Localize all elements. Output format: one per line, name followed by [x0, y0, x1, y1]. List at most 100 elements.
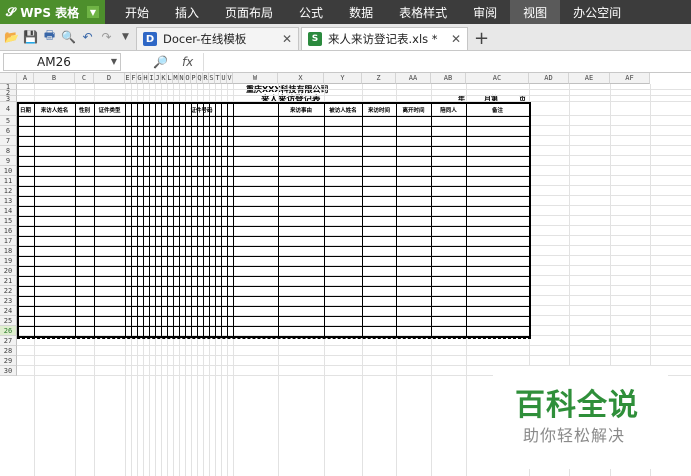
row-header[interactable]: 11 — [0, 176, 17, 186]
row-header[interactable]: 23 — [0, 296, 17, 306]
zoom-formula-icon[interactable]: 🔎 — [153, 55, 168, 69]
column-header[interactable]: AA — [396, 73, 431, 84]
formula-bar: AM26 ▼ 🔎 fx — [0, 51, 691, 73]
row-header[interactable]: 25 — [0, 316, 17, 326]
table-header-cell: 证件号码 — [190, 108, 213, 114]
open-folder-icon[interactable]: 📂 — [3, 28, 20, 45]
row-header[interactable]: 26 — [0, 326, 17, 336]
row-header[interactable]: 6 — [0, 126, 17, 136]
menu-item[interactable]: 办公空间 — [560, 0, 634, 24]
row-header[interactable]: 27 — [0, 336, 17, 346]
column-header[interactable]: W — [233, 73, 278, 84]
menu-item[interactable]: 公式 — [286, 0, 336, 24]
table-border — [17, 216, 531, 217]
row-header[interactable]: 29 — [0, 356, 17, 366]
column-header[interactable]: AF — [610, 73, 650, 84]
table-border — [34, 102, 35, 336]
column-header[interactable]: X — [278, 73, 324, 84]
quick-access-toolbar: 📂 💾 🖶 🔍 ↶ ↷ ▼ — [0, 23, 134, 50]
row-header[interactable]: 8 — [0, 146, 17, 156]
app-menu-button[interactable]: 𝓢 WPS 表格 ▼ — [0, 0, 105, 24]
row-header[interactable]: 28 — [0, 346, 17, 356]
table-header-cell: 陪同人 — [440, 108, 457, 114]
menu-item[interactable]: 开始 — [112, 0, 162, 24]
row-header[interactable]: 21 — [0, 276, 17, 286]
row-header[interactable]: 13 — [0, 196, 17, 206]
table-border — [17, 166, 531, 167]
undo-icon[interactable]: ↶ — [79, 28, 96, 45]
chevron-down-icon[interactable]: ▼ — [87, 6, 99, 18]
row-header[interactable]: 4 — [0, 102, 17, 116]
table-border — [167, 102, 168, 336]
table-border — [17, 246, 531, 247]
table-border — [125, 102, 126, 336]
xls-icon: S — [308, 32, 322, 46]
menu-item[interactable]: 表格样式 — [386, 0, 460, 24]
table-border — [17, 102, 19, 336]
table-border — [209, 102, 210, 336]
watermark-title: 百科全说 — [515, 388, 639, 423]
row-header[interactable]: 17 — [0, 236, 17, 246]
row-header[interactable]: 30 — [0, 366, 17, 376]
close-icon[interactable]: ✕ — [451, 32, 461, 46]
row-header[interactable]: 14 — [0, 206, 17, 216]
save-icon[interactable]: 💾 — [22, 28, 39, 45]
column-header[interactable]: AC — [466, 73, 529, 84]
table-border — [227, 102, 228, 336]
print-preview-icon[interactable]: 🔍 — [60, 28, 77, 45]
row-header[interactable]: 15 — [0, 216, 17, 226]
column-header[interactable]: B — [34, 73, 75, 84]
formula-input[interactable] — [203, 52, 691, 71]
column-header[interactable]: C — [75, 73, 94, 84]
column-header[interactable]: Z — [362, 73, 396, 84]
table-header-cell: 离开时间 — [402, 108, 425, 114]
row-header[interactable]: 7 — [0, 136, 17, 146]
row-header[interactable]: 16 — [0, 226, 17, 236]
table-border — [137, 102, 138, 336]
row-header[interactable]: 18 — [0, 246, 17, 256]
table-border — [529, 102, 531, 336]
new-tab-button[interactable]: + — [468, 27, 495, 50]
table-border — [17, 276, 531, 277]
row-header[interactable]: 12 — [0, 186, 17, 196]
column-header[interactable]: Y — [324, 73, 362, 84]
row-header[interactable]: 22 — [0, 286, 17, 296]
table-border — [17, 176, 531, 177]
close-icon[interactable]: ✕ — [282, 32, 292, 46]
table-border — [466, 102, 467, 336]
menu-item[interactable]: 审阅 — [460, 0, 510, 24]
row-header[interactable]: 5 — [0, 116, 17, 126]
column-header[interactable]: A — [17, 73, 34, 84]
tab-docer[interactable]: D Docer-在线模板 ✕ — [136, 27, 299, 50]
tab-xls-file[interactable]: S 来人来访登记表.xls * ✕ — [301, 27, 468, 50]
table-border — [149, 102, 150, 336]
row-header[interactable]: 24 — [0, 306, 17, 316]
table-header-cell: 来访事由 — [289, 108, 312, 114]
menu-item[interactable]: 数据 — [336, 0, 386, 24]
row-header[interactable]: 19 — [0, 256, 17, 266]
table-border — [17, 206, 531, 207]
table-border — [131, 102, 132, 336]
table-border — [17, 146, 531, 147]
row-header[interactable]: 9 — [0, 156, 17, 166]
customize-dropdown-icon[interactable]: ▼ — [117, 28, 134, 45]
table-border — [221, 102, 222, 336]
docer-icon: D — [143, 32, 157, 46]
menu-item[interactable]: 页面布局 — [212, 0, 286, 24]
table-border — [396, 102, 397, 336]
redo-icon[interactable]: ↷ — [98, 28, 115, 45]
menu-item[interactable]: 视图 — [510, 0, 561, 24]
row-header[interactable]: 10 — [0, 166, 17, 176]
chevron-down-icon[interactable]: ▼ — [111, 57, 117, 66]
row-header[interactable]: 20 — [0, 266, 17, 276]
column-header[interactable]: AB — [431, 73, 466, 84]
column-header[interactable]: D — [94, 73, 125, 84]
table-border — [143, 102, 144, 336]
menu-item[interactable]: 插入 — [162, 0, 212, 24]
fx-icon[interactable]: fx — [182, 55, 193, 69]
column-header[interactable]: AE — [569, 73, 610, 84]
name-box[interactable]: AM26 ▼ — [3, 52, 121, 71]
column-header[interactable]: AD — [529, 73, 569, 84]
table-border — [233, 102, 234, 336]
print-icon[interactable]: 🖶 — [41, 28, 58, 45]
